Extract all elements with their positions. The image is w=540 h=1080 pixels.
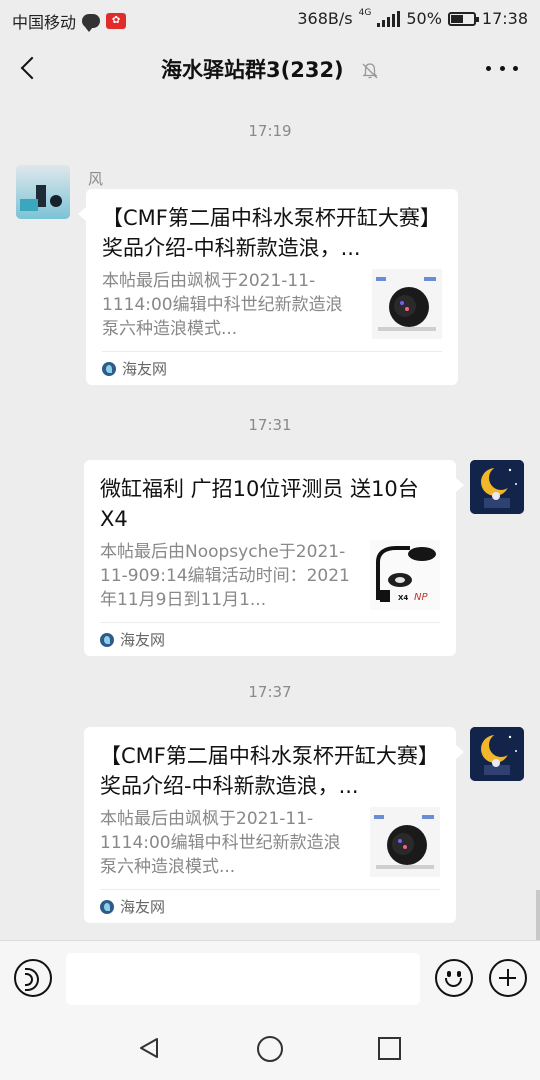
link-card-message[interactable]: 【CMF第二届中科水泵杯开缸大赛】奖品介绍-中科新款造浪，... 本帖最后由飒枫… bbox=[78, 189, 458, 385]
card-thumbnail bbox=[372, 269, 442, 339]
card-description: 本帖最后由飒枫于2021-11-1114:00编辑中科世纪新款造浪泵六种造浪模式… bbox=[100, 809, 341, 877]
link-card-message[interactable]: 微缸福利 广招10位评测员 送10台X4 本帖最后由Noopsyche于2021… bbox=[84, 460, 464, 656]
voice-input-button[interactable] bbox=[14, 959, 52, 997]
card-title: 微缸福利 广招10位评测员 送10台X4 bbox=[100, 477, 419, 531]
wave-pump-image-icon bbox=[372, 269, 442, 339]
message-input[interactable] bbox=[66, 953, 420, 1005]
carrier-name: 中国移动 bbox=[12, 13, 77, 32]
chat-title: 海水驿站群3(232) bbox=[161, 58, 344, 82]
emoji-mouth bbox=[445, 978, 462, 987]
nav-back-icon[interactable] bbox=[137, 1036, 161, 1060]
avatar[interactable] bbox=[470, 727, 524, 781]
nav-home-icon[interactable] bbox=[257, 1036, 283, 1062]
emoji-eye bbox=[447, 971, 451, 977]
chat-header: 海水驿站群3(232) bbox=[0, 38, 540, 100]
sender-name: 风 bbox=[88, 170, 104, 188]
scrollbar[interactable] bbox=[536, 890, 540, 940]
emoji-eye bbox=[457, 971, 461, 977]
signal-icon bbox=[377, 10, 401, 27]
battery-icon bbox=[447, 11, 479, 26]
card-description: 本帖最后由Noopsyche于2021-11-909:14编辑活动时间：2021… bbox=[100, 542, 350, 610]
moon-avatar-icon bbox=[470, 460, 524, 514]
emoji-button[interactable] bbox=[435, 959, 473, 997]
chat-messages[interactable]: 17:19 风 【CMF第二届中科水泵杯开缸大赛】奖品介绍-中科新款造浪，...… bbox=[0, 100, 540, 940]
message-notification-icon bbox=[82, 14, 101, 32]
card-thumbnail: X4 NP bbox=[370, 540, 440, 610]
huawei-app-icon: ✿ bbox=[106, 13, 127, 29]
avatar-image-icon bbox=[16, 165, 70, 219]
site-logo-icon bbox=[100, 632, 114, 647]
link-card-message[interactable]: 【CMF第二届中科水泵杯开缸大赛】奖品介绍-中科新款造浪，... 本帖最后由飒枫… bbox=[84, 727, 464, 923]
message-timestamp: 17:19 bbox=[248, 122, 292, 140]
network-speed: 368B/s bbox=[297, 9, 353, 28]
mute-bell-icon bbox=[362, 63, 378, 79]
message-timestamp: 17:37 bbox=[248, 683, 292, 701]
wave-pump-image-icon bbox=[370, 807, 440, 877]
thumb-brand-label: NP bbox=[414, 592, 428, 603]
network-type: 4G bbox=[358, 8, 372, 18]
card-title: 【CMF第二届中科水泵杯开缸大赛】奖品介绍-中科新款造浪，... bbox=[100, 744, 439, 798]
input-bar bbox=[0, 940, 540, 1016]
thumb-x4-label: X4 bbox=[398, 594, 409, 602]
card-description: 本帖最后由飒枫于2021-11-1114:00编辑中科世纪新款造浪泵六种造浪模式… bbox=[102, 271, 343, 339]
nav-recent-apps-icon[interactable] bbox=[378, 1037, 401, 1060]
clock: 17:38 bbox=[481, 9, 528, 28]
card-source: 海友网 bbox=[120, 631, 166, 649]
avatar[interactable] bbox=[16, 165, 70, 219]
more-options-button[interactable] bbox=[486, 66, 518, 74]
more-functions-button[interactable] bbox=[489, 959, 527, 997]
avatar[interactable] bbox=[470, 460, 524, 514]
moon-avatar-icon bbox=[470, 727, 524, 781]
chat-title-bar: 海水驿站群3(232) bbox=[0, 54, 540, 84]
card-source: 海友网 bbox=[122, 360, 168, 378]
status-bar: 中国移动 ✿ 368B/s 4G 50% 17:38 bbox=[0, 0, 540, 38]
card-thumbnail bbox=[370, 807, 440, 877]
battery-percent: 50% bbox=[406, 9, 442, 28]
site-logo-icon bbox=[102, 361, 116, 376]
site-logo-icon bbox=[100, 899, 114, 914]
message-timestamp: 17:31 bbox=[248, 416, 292, 434]
card-title: 【CMF第二届中科水泵杯开缸大赛】奖品介绍-中科新款造浪，... bbox=[102, 206, 441, 260]
system-nav-bar bbox=[0, 1016, 540, 1080]
card-source: 海友网 bbox=[120, 898, 166, 916]
